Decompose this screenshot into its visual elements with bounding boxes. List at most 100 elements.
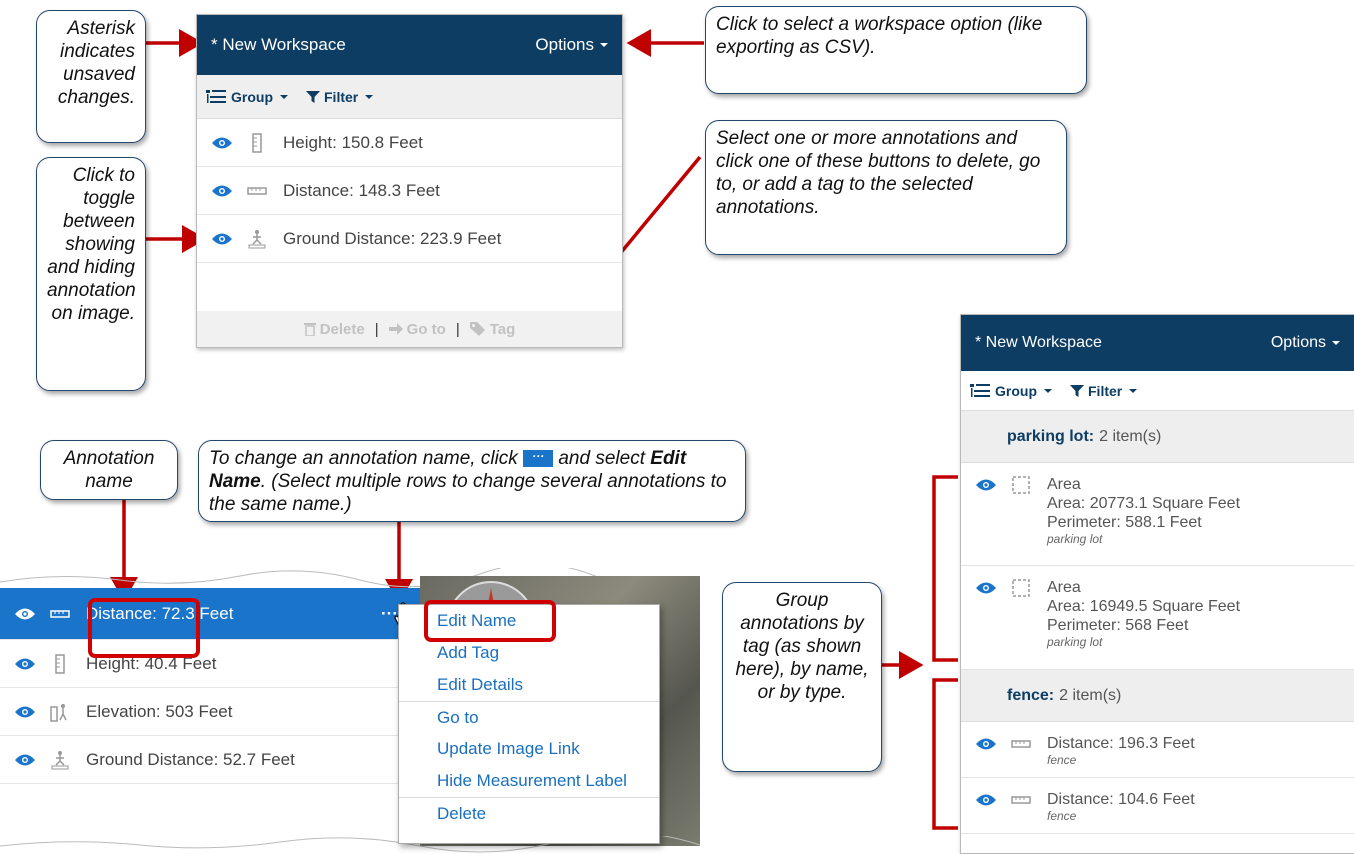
annotation-row[interactable]: Ground Distance: 223.9 Feet bbox=[197, 215, 622, 263]
eye-icon[interactable] bbox=[14, 753, 36, 767]
options-callout-text: Click to select a workspace option (like… bbox=[716, 14, 1043, 58]
eye-icon[interactable] bbox=[975, 581, 997, 595]
more-options-dots: ··· bbox=[532, 449, 545, 464]
distance-icon bbox=[1011, 740, 1031, 748]
annotation-row[interactable]: Height: 150.8 Feet bbox=[197, 119, 622, 167]
area-icon bbox=[1012, 579, 1030, 597]
grouped-annotation-row[interactable]: Area Area: 20773.1 Square Feet Perimeter… bbox=[961, 463, 1354, 566]
workspace-title: * New Workspace bbox=[975, 334, 1102, 351]
annotation-details: Area Area: 20773.1 Square Feet Perimeter… bbox=[1047, 475, 1240, 565]
ground-distance-icon bbox=[248, 229, 266, 248]
eye-icon[interactable] bbox=[14, 657, 36, 671]
annotation-details: Area Area: 16949.5 Square Feet Perimeter… bbox=[1047, 578, 1240, 669]
grouped-annotation-row[interactable]: Distance: 104.6 Feet fence bbox=[961, 778, 1354, 834]
group-name: fence: bbox=[1007, 686, 1055, 704]
filter-button[interactable]: Filter bbox=[1070, 382, 1138, 399]
eye-icon[interactable] bbox=[975, 793, 997, 807]
chevron-down-icon bbox=[1129, 388, 1138, 393]
group-icon bbox=[970, 383, 990, 397]
workspace-panel: * New Workspace Options Group Filter Hei… bbox=[196, 14, 623, 348]
annotation-tag: parking lot bbox=[1047, 635, 1103, 649]
group-button[interactable]: Group bbox=[969, 383, 1052, 399]
delete-button[interactable]: Delete bbox=[303, 320, 365, 338]
annotation-perimeter: Perimeter: 588.1 Feet bbox=[1047, 514, 1202, 531]
group-name: parking lot: bbox=[1007, 427, 1095, 445]
group-button[interactable]: Group bbox=[205, 89, 288, 105]
annotation-tag: parking lot bbox=[1047, 532, 1103, 546]
toggle-callout: Click to toggle between showing and hidi… bbox=[36, 157, 146, 391]
goto-arrow-icon bbox=[388, 323, 403, 335]
height-icon bbox=[252, 132, 262, 153]
chevron-down-icon bbox=[1044, 388, 1052, 393]
eye-icon[interactable] bbox=[211, 184, 233, 198]
group-header-parking-lot[interactable]: parking lot: 2 item(s) bbox=[961, 411, 1354, 463]
group-icon bbox=[206, 89, 226, 103]
menu-item-delete[interactable]: Delete bbox=[399, 797, 659, 829]
annotation-row[interactable]: Distance: 148.3 Feet bbox=[197, 167, 622, 215]
options-button[interactable]: Options bbox=[535, 35, 608, 55]
delete-label: Delete bbox=[319, 320, 365, 338]
workspace-toolbar: Group Filter bbox=[961, 371, 1354, 411]
workspace-toolbar: Group Filter bbox=[197, 75, 622, 119]
asterisk-callout: Asterisk indicates unsaved changes. bbox=[36, 10, 146, 143]
annotation-type: Area bbox=[1047, 476, 1081, 493]
more-options-icon: ··· bbox=[523, 449, 554, 468]
eye-icon[interactable] bbox=[211, 232, 233, 246]
eye-icon[interactable] bbox=[14, 705, 36, 719]
grouped-annotation-row[interactable]: Area Area: 16949.5 Square Feet Perimeter… bbox=[961, 566, 1354, 670]
eye-icon[interactable] bbox=[14, 607, 36, 621]
annotation-area: Area: 16949.5 Square Feet bbox=[1047, 598, 1241, 615]
filter-label: Filter bbox=[1088, 382, 1123, 399]
eye-icon[interactable] bbox=[975, 478, 997, 492]
filter-icon bbox=[1070, 384, 1084, 397]
asterisk-callout-text: Asterisk indicates unsaved changes. bbox=[57, 18, 135, 108]
menu-item-update-image-link[interactable]: Update Image Link bbox=[399, 733, 659, 765]
footer-separator: | bbox=[374, 320, 379, 338]
group-label: Group bbox=[995, 382, 1037, 399]
chevron-down-icon bbox=[280, 94, 288, 99]
goto-label: Go to bbox=[406, 320, 446, 338]
menu-item-hide-measurement-label[interactable]: Hide Measurement Label bbox=[399, 765, 659, 797]
annotation-area: Area: 20773.1 Square Feet bbox=[1047, 495, 1241, 512]
group-header-fence[interactable]: fence: 2 item(s) bbox=[961, 670, 1354, 722]
annotation-row[interactable]: Elevation: 503 Feet bbox=[0, 688, 420, 736]
annotation-name-callout-text: Annotation name bbox=[63, 448, 155, 492]
distance-icon bbox=[247, 186, 267, 195]
chevron-down-icon bbox=[600, 43, 608, 47]
filter-label: Filter bbox=[324, 88, 359, 105]
distance-icon bbox=[1011, 796, 1031, 804]
annotation-perimeter: Perimeter: 568 Feet bbox=[1047, 617, 1189, 634]
annotation-label: Ground Distance: 52.7 Feet bbox=[86, 749, 295, 769]
tag-label: Tag bbox=[489, 320, 516, 338]
annotation-row[interactable]: Height: 40.4 Feet bbox=[0, 640, 420, 688]
eye-icon[interactable] bbox=[975, 737, 997, 751]
action-footer: Delete | Go to | Tag bbox=[197, 311, 622, 347]
goto-button[interactable]: Go to bbox=[388, 320, 446, 338]
select-buttons-callout: Select one or more annotations and click… bbox=[705, 120, 1067, 255]
options-button[interactable]: Options bbox=[1271, 334, 1340, 352]
annotation-row-selected[interactable]: Distance: 72.3 Feet ··· bbox=[0, 588, 420, 640]
area-icon bbox=[1012, 476, 1030, 494]
ground-distance-icon bbox=[51, 750, 69, 769]
filter-button[interactable]: Filter bbox=[306, 88, 374, 105]
options-label: Options bbox=[1270, 334, 1326, 351]
menu-item-edit-details[interactable]: Edit Details bbox=[399, 669, 659, 701]
workspace-header: * New Workspace Options bbox=[197, 15, 622, 75]
height-icon bbox=[55, 653, 65, 674]
options-callout: Click to select a workspace option (like… bbox=[705, 6, 1087, 94]
tag-button[interactable]: Tag bbox=[469, 320, 516, 338]
grouped-annotation-row[interactable]: Distance: 196.3 Feet fence bbox=[961, 722, 1354, 778]
annotation-tag: fence bbox=[1047, 753, 1077, 767]
annotation-type: Distance: 104.6 Feet bbox=[1047, 791, 1195, 808]
eye-icon[interactable] bbox=[211, 136, 233, 150]
annotation-row[interactable]: Ground Distance: 52.7 Feet bbox=[0, 736, 420, 784]
annotation-type: Distance: 196.3 Feet bbox=[1047, 735, 1195, 752]
menu-item-go-to[interactable]: Go to bbox=[399, 701, 659, 733]
workspace-header: * New Workspace Options bbox=[961, 315, 1354, 371]
options-label: Options bbox=[535, 35, 594, 54]
footer-separator: | bbox=[455, 320, 460, 338]
group-count: 2 item(s) bbox=[1099, 427, 1162, 445]
chevron-down-icon bbox=[365, 94, 374, 99]
annotation-name-callout: Annotation name bbox=[40, 440, 178, 500]
select-buttons-callout-text: Select one or more annotations and click… bbox=[716, 128, 1041, 218]
